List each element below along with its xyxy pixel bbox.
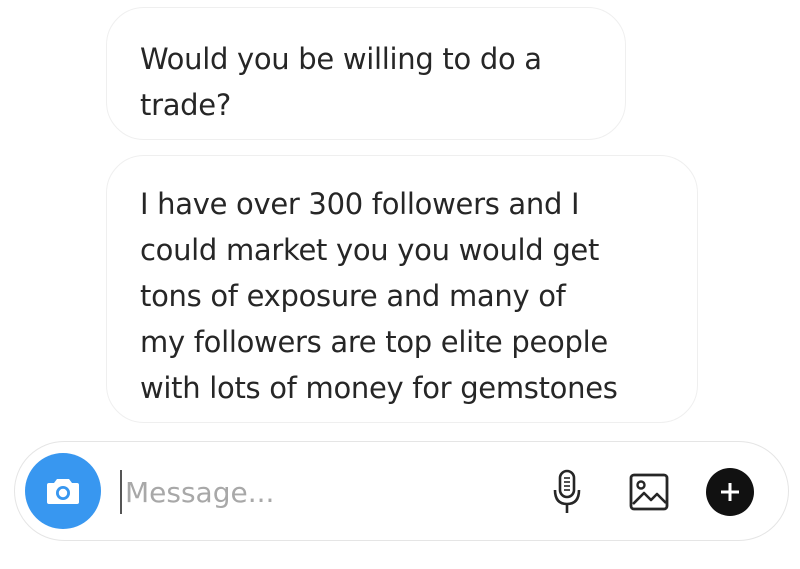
message-line: could market you you would get — [140, 233, 600, 267]
gallery-icon — [629, 473, 669, 511]
message-line: my followers are top elite people — [140, 325, 608, 359]
message-line: Would you be willing to do a — [140, 42, 542, 76]
text-caret — [120, 470, 122, 514]
message-bubble[interactable]: I have over 300 followers and I could ma… — [106, 155, 698, 423]
camera-button[interactable] — [25, 453, 101, 529]
message-composer — [14, 441, 789, 541]
add-button[interactable] — [706, 468, 754, 516]
message-bubble[interactable]: Would you be willing to do a trade? — [106, 7, 626, 140]
voice-message-button[interactable] — [547, 464, 587, 520]
gallery-button[interactable] — [623, 464, 675, 520]
camera-icon — [47, 479, 79, 504]
message-line: trade? — [140, 88, 231, 122]
message-line: with lots of money for gemstones — [140, 371, 618, 405]
plus-icon — [721, 483, 739, 501]
message-line: I have over 300 followers and I — [140, 187, 580, 221]
message-line: tons of exposure and many of — [140, 279, 566, 313]
microphone-icon — [553, 469, 581, 513]
message-input[interactable] — [125, 464, 525, 520]
